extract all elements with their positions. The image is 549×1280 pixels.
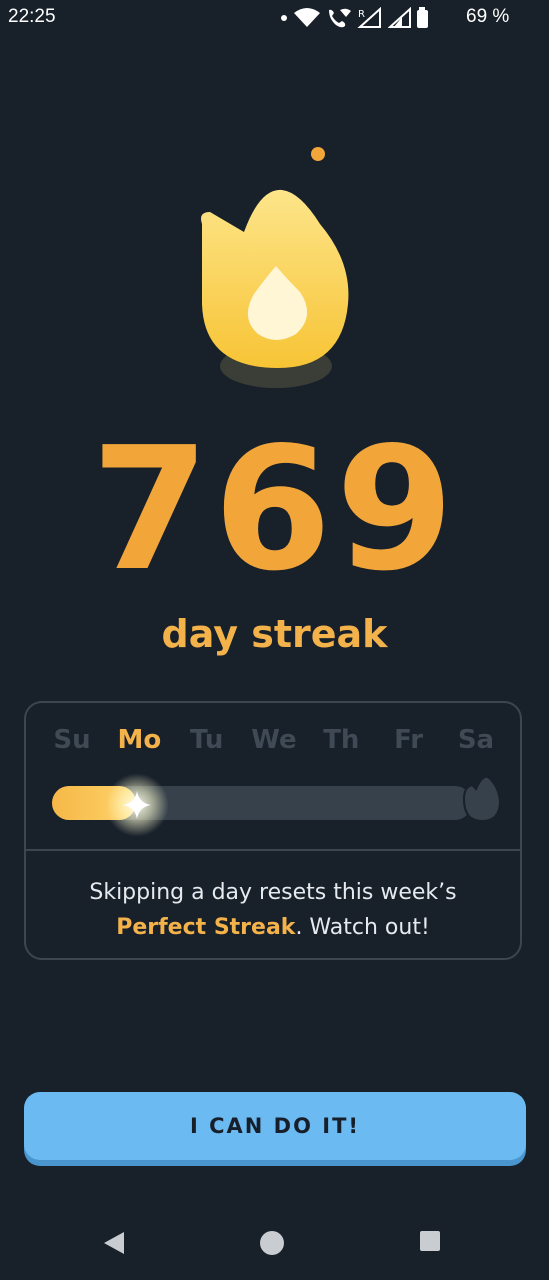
dot-icon [281, 15, 287, 21]
signal-icon [388, 7, 411, 28]
status-time: 22:25 [8, 6, 56, 27]
phone-wifi-icon [329, 8, 351, 28]
signal-roaming-icon: R [357, 7, 381, 28]
battery-percent: 69 % [466, 6, 510, 27]
streak-label: day streak [161, 612, 388, 656]
goal-flame-icon [462, 775, 502, 823]
home-icon[interactable] [259, 1230, 285, 1256]
status-icons: R [280, 7, 430, 29]
wifi-icon [294, 8, 320, 27]
warning-text-end: . Watch out! [295, 915, 430, 940]
back-icon[interactable] [102, 1230, 126, 1256]
streak-warning-text: Skipping a day resets this week’s Perfec… [46, 875, 500, 945]
streak-count: 769 [91, 411, 458, 609]
day-fr: Fr [394, 725, 424, 755]
day-mo: Mo [117, 725, 162, 755]
day-tu: Tu [189, 725, 224, 755]
sparkle-icon [105, 773, 169, 837]
status-bar: 22:25 R 69 % [0, 0, 549, 36]
i-can-do-it-button[interactable]: I CAN DO IT! [24, 1092, 526, 1160]
system-nav-bar [0, 1210, 549, 1280]
warning-text-start: Skipping a day resets this week’s [89, 880, 457, 905]
battery-icon [417, 7, 428, 28]
perfect-streak-highlight: Perfect Streak [116, 915, 296, 940]
card-divider [26, 849, 520, 851]
day-we: We [251, 725, 297, 755]
day-sa: Sa [457, 725, 495, 755]
weekday-row: Su Mo Tu We Th Fr Sa [44, 725, 504, 755]
recents-icon[interactable] [419, 1230, 441, 1252]
week-progress-card: Su Mo Tu We Th Fr Sa Skipping a day rese… [24, 701, 522, 960]
streak-flame-icon [190, 140, 370, 400]
day-th: Th [323, 725, 360, 755]
svg-text:R: R [358, 9, 365, 20]
day-su: Su [53, 725, 91, 755]
